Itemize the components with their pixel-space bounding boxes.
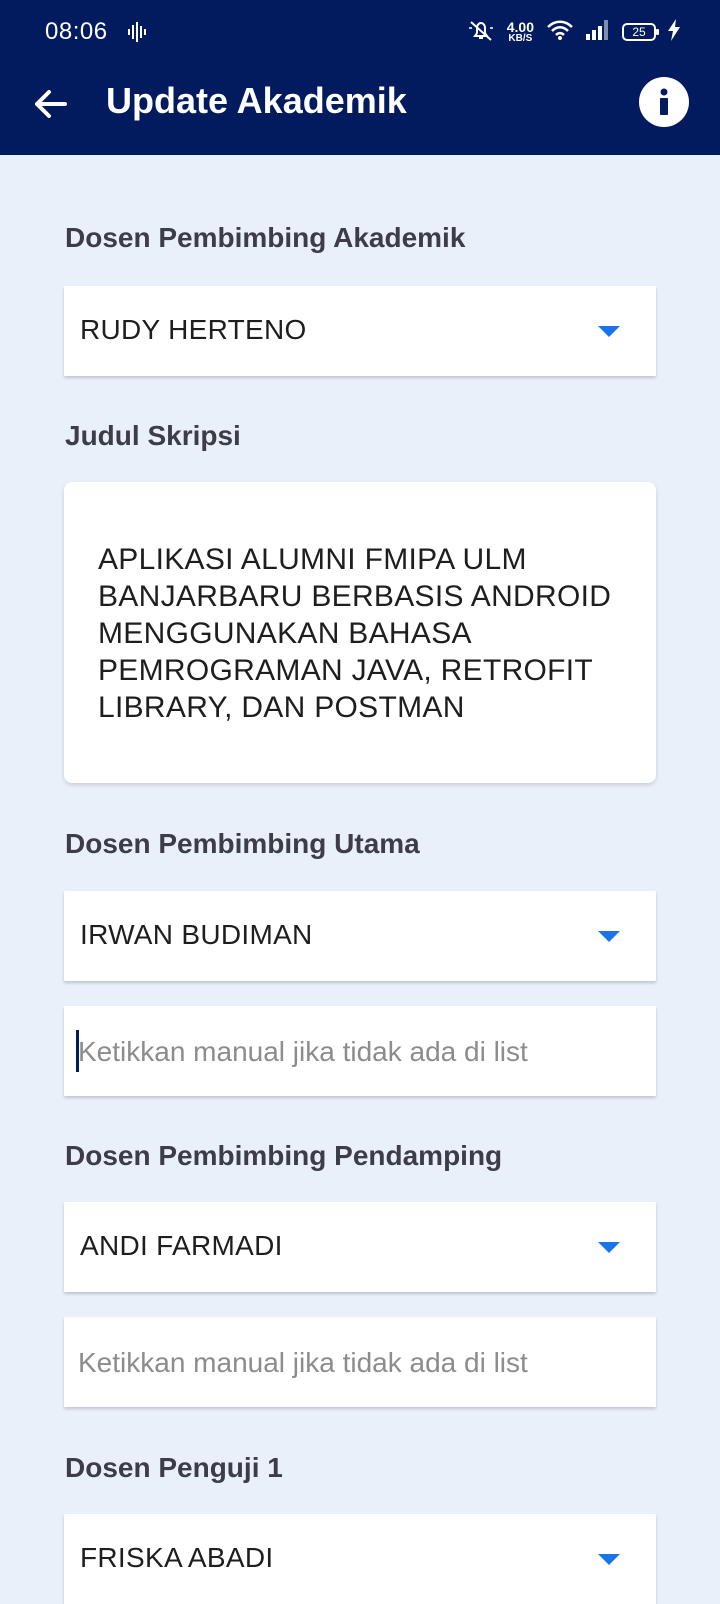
pembimbing-pendamping-manual-input[interactable] <box>76 1339 640 1387</box>
pembimbing-pendamping-label: Dosen Pembimbing Pendamping <box>65 1140 503 1171</box>
status-bar: 08:06 4.00 KB/S 25 <box>0 0 720 64</box>
arrow-left-icon <box>35 90 67 118</box>
penguji-1-value: FRISKA ABADI <box>80 1542 274 1573</box>
charging-icon <box>668 18 680 46</box>
pembimbing-akademik-label: Dosen Pembimbing Akademik <box>65 222 466 253</box>
pembimbing-pendamping-value: ANDI FARMADI <box>80 1230 283 1261</box>
dropdown-arrow-icon <box>598 931 620 942</box>
pembimbing-utama-manual-input[interactable] <box>76 1028 640 1076</box>
info-button[interactable] <box>639 77 689 127</box>
voice-activity-icon <box>128 22 146 47</box>
pembimbing-utama-dropdown[interactable]: IRWAN BUDIMAN <box>64 891 656 981</box>
pembimbing-utama-label: Dosen Pembimbing Utama <box>65 828 420 859</box>
battery-level: 25 <box>632 25 646 39</box>
dropdown-arrow-icon <box>598 1554 620 1565</box>
status-time: 08:06 <box>45 18 108 45</box>
battery-icon: 25 <box>622 23 659 41</box>
back-button[interactable] <box>28 82 72 126</box>
network-speed-value: 4.00 <box>506 19 534 35</box>
signal-icon <box>586 19 610 45</box>
pembimbing-akademik-dropdown[interactable]: RUDY HERTENO <box>64 286 656 376</box>
page-title: Update Akademik <box>106 80 407 121</box>
penguji-1-dropdown[interactable]: FRISKA ABADI <box>64 1514 656 1604</box>
dropdown-arrow-icon <box>598 1242 620 1253</box>
judul-skripsi-label: Judul Skripsi <box>65 420 241 451</box>
status-icons: 4.00 KB/S 25 <box>467 14 680 50</box>
pembimbing-pendamping-dropdown[interactable]: ANDI FARMADI <box>64 1202 656 1292</box>
dropdown-arrow-icon <box>598 326 620 337</box>
judul-skripsi-field[interactable]: APLIKASI ALUMNI FMIPA ULM BANJARBARU BER… <box>64 482 656 783</box>
pembimbing-akademik-value: RUDY HERTENO <box>80 314 307 345</box>
app-bar: Update Akademik <box>0 64 720 155</box>
pembimbing-pendamping-manual-field[interactable] <box>64 1317 656 1407</box>
pembimbing-utama-manual-field[interactable] <box>64 1006 656 1096</box>
judul-skripsi-value: APLIKASI ALUMNI FMIPA ULM BANJARBARU BER… <box>98 543 612 724</box>
pembimbing-utama-value: IRWAN BUDIMAN <box>80 919 313 950</box>
mute-icon <box>467 18 495 47</box>
network-speed: 4.00 KB/S <box>507 20 534 44</box>
wifi-icon <box>546 19 574 46</box>
penguji-1-label: Dosen Penguji 1 <box>65 1452 283 1483</box>
network-speed-unit: KB/S <box>508 33 533 44</box>
info-icon <box>660 88 668 115</box>
